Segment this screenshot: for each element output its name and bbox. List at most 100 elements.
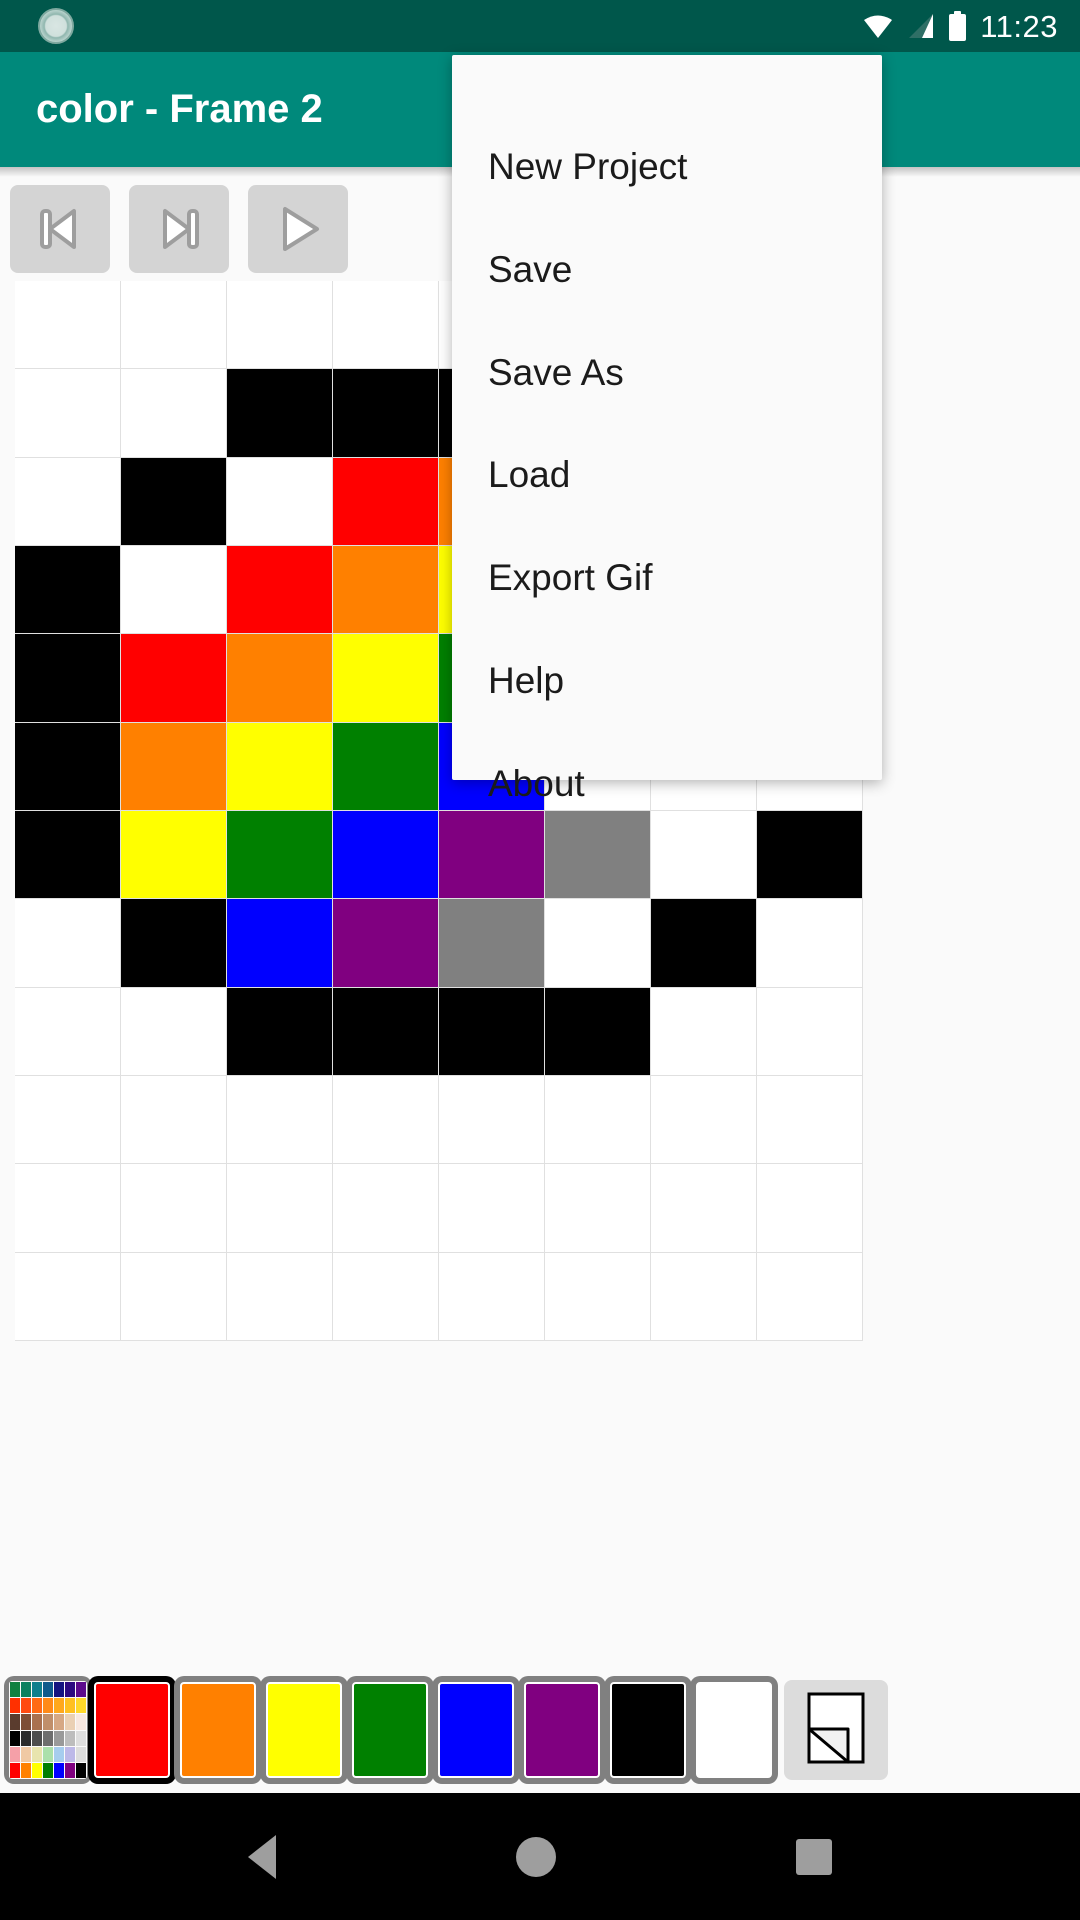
skip-previous-button[interactable] (10, 185, 110, 273)
swatch-purple[interactable] (518, 1676, 606, 1784)
picker-cell[interactable] (21, 1730, 31, 1746)
canvas-cell[interactable] (121, 899, 227, 988)
picker-cell[interactable] (54, 1698, 64, 1714)
picker-cell[interactable] (10, 1746, 20, 1762)
picker-cell[interactable] (76, 1762, 86, 1778)
canvas-cell[interactable] (15, 1252, 121, 1341)
canvas-cell[interactable] (757, 1075, 863, 1165)
eraser-tool-button[interactable] (784, 1680, 888, 1780)
picker-cell[interactable] (43, 1730, 53, 1746)
canvas-cell[interactable] (545, 1252, 651, 1341)
skip-next-button[interactable] (129, 185, 229, 273)
canvas-cell[interactable] (439, 899, 545, 988)
nav-home-button[interactable] (516, 1836, 556, 1877)
picker-cell[interactable] (54, 1682, 64, 1698)
picker-cell[interactable] (32, 1682, 42, 1698)
menu-item-help[interactable]: Help (488, 629, 868, 732)
canvas-cell[interactable] (121, 1252, 227, 1341)
canvas-cell[interactable] (227, 722, 333, 811)
canvas-cell[interactable] (651, 1252, 757, 1341)
canvas-cell[interactable] (651, 987, 757, 1076)
swatch-green[interactable] (346, 1676, 434, 1784)
picker-cell[interactable] (54, 1762, 64, 1778)
canvas-cell[interactable] (333, 810, 439, 900)
picker-cell[interactable] (43, 1746, 53, 1762)
color-picker-swatch[interactable] (4, 1676, 92, 1784)
canvas-cell[interactable] (121, 810, 227, 900)
picker-cell[interactable] (65, 1682, 75, 1698)
canvas-cell[interactable] (227, 810, 333, 900)
picker-cell[interactable] (43, 1762, 53, 1778)
canvas-cell[interactable] (651, 1075, 757, 1165)
canvas-cell[interactable] (333, 634, 439, 723)
canvas-cell[interactable] (545, 899, 651, 988)
canvas-cell[interactable] (15, 810, 121, 900)
canvas-cell[interactable] (15, 281, 121, 370)
picker-cell[interactable] (10, 1730, 20, 1746)
canvas-cell[interactable] (757, 899, 863, 988)
picker-cell[interactable] (76, 1746, 86, 1762)
picker-cell[interactable] (65, 1762, 75, 1778)
picker-cell[interactable] (32, 1698, 42, 1714)
nav-back-button[interactable] (248, 1834, 276, 1879)
picker-cell[interactable] (54, 1746, 64, 1762)
swatch-yellow[interactable] (260, 1676, 348, 1784)
canvas-cell[interactable] (333, 722, 439, 811)
color-picker-grid[interactable] (9, 1681, 87, 1779)
canvas-cell[interactable] (651, 1164, 757, 1253)
canvas-cell[interactable] (15, 457, 121, 546)
canvas-cell[interactable] (439, 1075, 545, 1165)
canvas-cell[interactable] (227, 634, 333, 723)
canvas-cell[interactable] (121, 722, 227, 811)
canvas-cell[interactable] (333, 1075, 439, 1165)
picker-cell[interactable] (76, 1698, 86, 1714)
swatch-black[interactable] (604, 1676, 692, 1784)
picker-cell[interactable] (21, 1698, 31, 1714)
canvas-cell[interactable] (15, 634, 121, 723)
menu-item-export-gif[interactable]: Export Gif (488, 526, 868, 629)
swatch-white[interactable] (690, 1676, 778, 1784)
canvas-cell[interactable] (15, 899, 121, 988)
canvas-cell[interactable] (545, 1075, 651, 1165)
canvas-cell[interactable] (121, 987, 227, 1076)
canvas-cell[interactable] (227, 987, 333, 1076)
canvas-cell[interactable] (333, 457, 439, 546)
canvas-cell[interactable] (227, 369, 333, 458)
canvas-cell[interactable] (227, 1164, 333, 1253)
picker-cell[interactable] (65, 1698, 75, 1714)
picker-cell[interactable] (65, 1746, 75, 1762)
canvas-cell[interactable] (757, 1164, 863, 1253)
canvas-cell[interactable] (757, 987, 863, 1076)
canvas-cell[interactable] (333, 369, 439, 458)
canvas-cell[interactable] (439, 987, 545, 1076)
picker-cell[interactable] (32, 1714, 42, 1730)
canvas-cell[interactable] (545, 987, 651, 1076)
picker-cell[interactable] (54, 1730, 64, 1746)
swatch-blue[interactable] (432, 1676, 520, 1784)
canvas-cell[interactable] (227, 281, 333, 370)
menu-item-save[interactable]: Save (488, 218, 868, 321)
picker-cell[interactable] (54, 1714, 64, 1730)
picker-cell[interactable] (21, 1746, 31, 1762)
canvas-cell[interactable] (121, 1164, 227, 1253)
swatch-orange[interactable] (174, 1676, 262, 1784)
canvas-cell[interactable] (15, 1164, 121, 1253)
canvas-cell[interactable] (227, 457, 333, 546)
swatch-red[interactable] (88, 1676, 176, 1784)
canvas-cell[interactable] (15, 722, 121, 811)
nav-recents-button[interactable] (796, 1838, 832, 1875)
picker-cell[interactable] (76, 1714, 86, 1730)
canvas-cell[interactable] (227, 1075, 333, 1165)
menu-item-load[interactable]: Load (488, 423, 868, 526)
picker-cell[interactable] (32, 1762, 42, 1778)
canvas-cell[interactable] (333, 545, 439, 635)
canvas-cell[interactable] (15, 1075, 121, 1165)
picker-cell[interactable] (10, 1714, 20, 1730)
picker-cell[interactable] (21, 1714, 31, 1730)
canvas-cell[interactable] (121, 1075, 227, 1165)
canvas-cell[interactable] (333, 899, 439, 988)
canvas-cell[interactable] (121, 545, 227, 635)
canvas-cell[interactable] (333, 281, 439, 370)
canvas-cell[interactable] (545, 1164, 651, 1253)
picker-cell[interactable] (76, 1682, 86, 1698)
